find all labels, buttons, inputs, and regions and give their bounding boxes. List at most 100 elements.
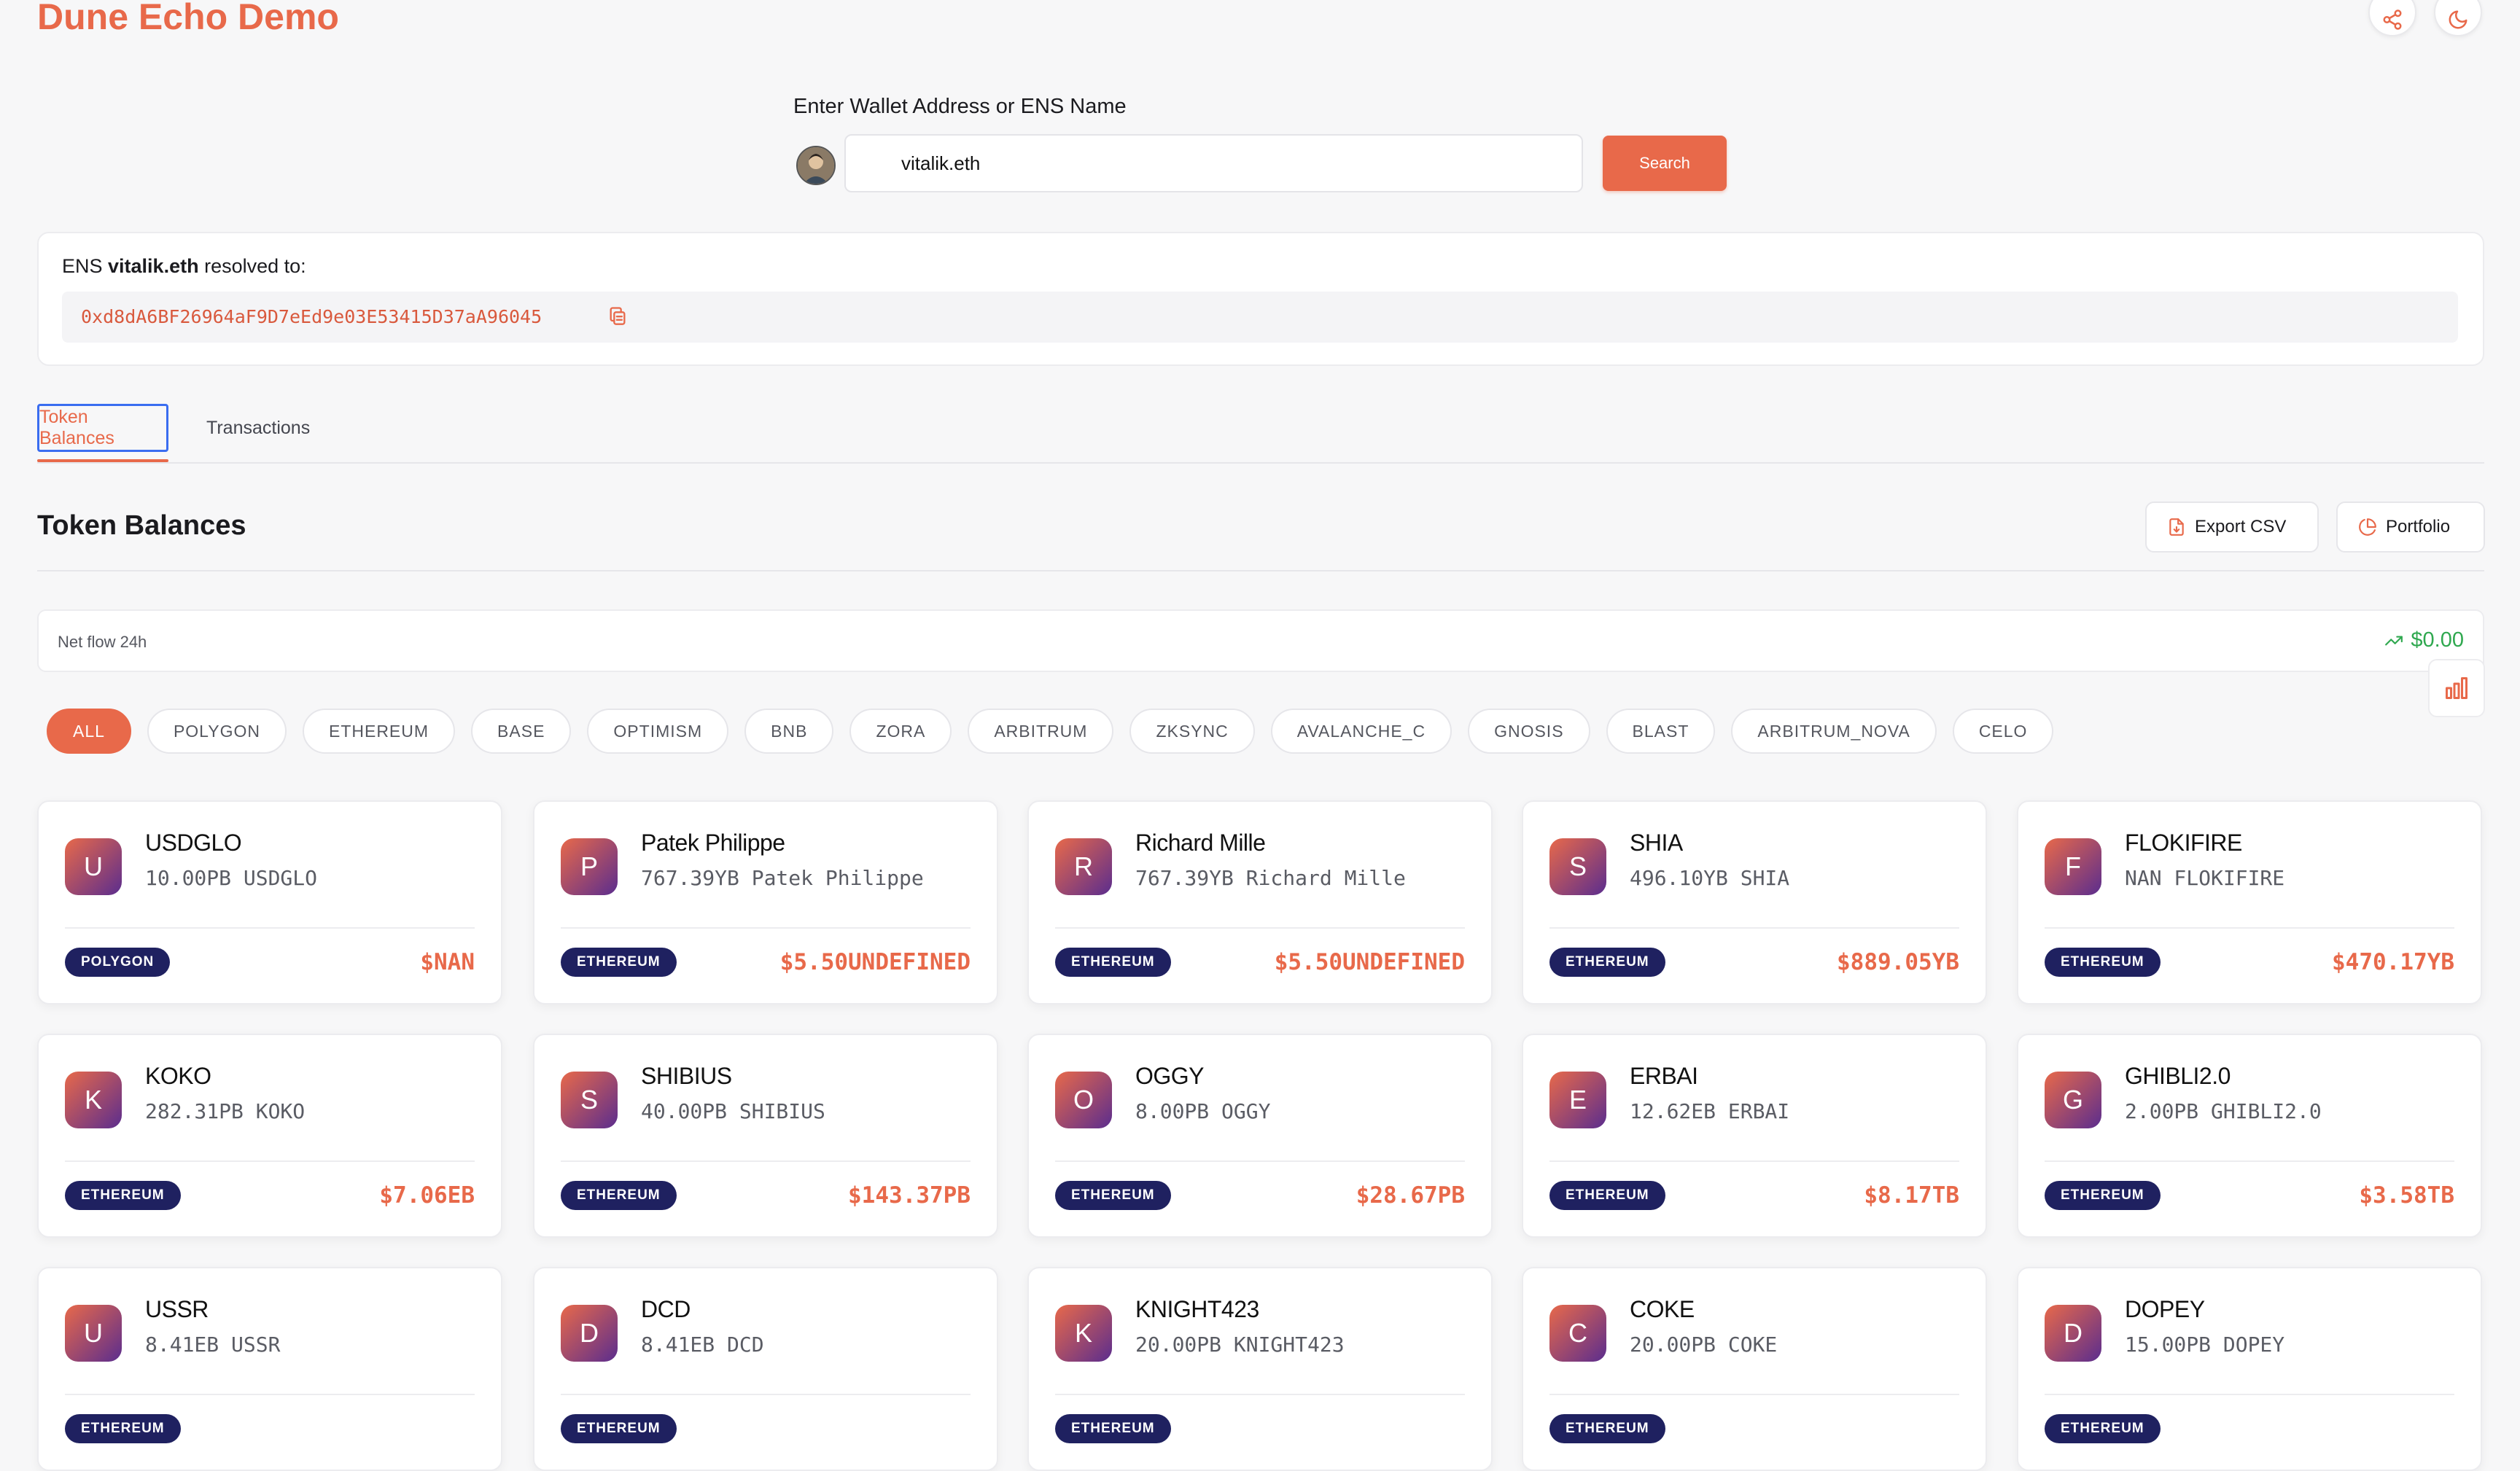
token-card[interactable]: S SHIA 496.10YB SHIA ETHEREUM $889.05YB xyxy=(1522,800,1987,1004)
token-name: USSR xyxy=(145,1296,209,1322)
token-avatar: K xyxy=(65,1072,122,1128)
search-label: Enter Wallet Address or ENS Name xyxy=(793,95,1127,118)
token-value: $470.17YB xyxy=(2332,949,2454,975)
file-export-icon xyxy=(2169,518,2184,536)
chain-filter-ethereum[interactable]: ETHEREUM xyxy=(302,709,456,754)
token-balance: 8.41EB DCD xyxy=(641,1333,764,1357)
chain-filter-zora[interactable]: ZORA xyxy=(849,709,952,754)
token-avatar: G xyxy=(2045,1072,2101,1128)
chain-badge: ETHEREUM xyxy=(561,1414,677,1443)
chain-badge: ETHEREUM xyxy=(65,1181,181,1210)
tab-transactions[interactable]: Transactions xyxy=(206,404,310,452)
token-card[interactable]: U USSR 8.41EB USSR ETHEREUM xyxy=(37,1267,502,1471)
token-card[interactable]: D DOPEY 15.00PB DOPEY ETHEREUM xyxy=(2017,1267,2482,1471)
address-box: 0xd8dA6BF26964aF9D7eEd9e03E53415D37aA960… xyxy=(62,292,2458,343)
token-avatar: U xyxy=(65,1305,122,1362)
token-card[interactable]: C COKE 20.00PB COKE ETHEREUM xyxy=(1522,1267,1987,1471)
token-balance: 767.39YB Richard Mille xyxy=(1135,866,1406,890)
token-balance: 8.00PB OGGY xyxy=(1135,1099,1271,1123)
card-divider xyxy=(1549,1160,1959,1162)
chain-filter-zksync[interactable]: ZKSYNC xyxy=(1129,709,1255,754)
chain-badge: ETHEREUM xyxy=(1549,948,1665,977)
netflow-value-group: $0.00 xyxy=(2384,628,2464,652)
token-balance: 40.00PB SHIBIUS xyxy=(641,1099,825,1123)
share-button[interactable] xyxy=(2368,0,2416,36)
token-card[interactable]: S SHIBIUS 40.00PB SHIBIUS ETHEREUM $143.37PB xyxy=(533,1034,998,1238)
chain-filter-blast[interactable]: BLAST xyxy=(1606,709,1716,754)
copy-icon[interactable] xyxy=(607,305,628,327)
pie-chart-icon xyxy=(2359,518,2376,536)
chain-badge: ETHEREUM xyxy=(65,1414,181,1443)
chain-filter-all[interactable]: ALL xyxy=(47,709,131,754)
chart-toggle-button[interactable] xyxy=(2428,659,2485,717)
token-value: $143.37PB xyxy=(848,1182,971,1209)
moon-icon xyxy=(2449,10,2468,29)
token-value: $5.50UNDEFINED xyxy=(779,949,971,975)
token-balance: 12.62EB ERBAI xyxy=(1630,1099,1790,1123)
token-card[interactable]: K KNIGHT423 20.00PB KNIGHT423 ETHEREUM xyxy=(1027,1267,1493,1471)
search-button[interactable]: Search xyxy=(1603,136,1727,191)
card-divider xyxy=(2045,1160,2454,1162)
chain-badge: ETHEREUM xyxy=(1549,1181,1665,1210)
token-balance: 20.00PB COKE xyxy=(1630,1333,1778,1357)
token-name: GHIBLI2.0 xyxy=(2125,1063,2231,1089)
chain-badge: POLYGON xyxy=(65,948,171,977)
token-value: $7.06EB xyxy=(379,1182,475,1209)
chain-filter-base[interactable]: BASE xyxy=(471,709,572,754)
section-divider xyxy=(37,570,2484,571)
portfolio-label: Portfolio xyxy=(2386,517,2451,536)
chain-filter-arbitrum-nova[interactable]: ARBITRUM_NOVA xyxy=(1731,709,1937,754)
chain-filter-arbitrum[interactable]: ARBITRUM xyxy=(968,709,1114,754)
token-card[interactable]: O OGGY 8.00PB OGGY ETHEREUM $28.67PB xyxy=(1027,1034,1493,1238)
theme-toggle-button[interactable] xyxy=(2434,0,2482,36)
token-card[interactable]: F FLOKIFIRE NAN FLOKIFIRE ETHEREUM $470.17YB xyxy=(2017,800,2482,1004)
ens-resolution-card: ENS vitalik.eth resolved to: 0xd8dA6BF26… xyxy=(37,232,2484,366)
token-value: $8.17TB xyxy=(1864,1182,1959,1209)
token-name: Patek Philippe xyxy=(641,830,785,856)
card-divider xyxy=(1549,927,1959,929)
token-balance: 282.31PB KOKO xyxy=(145,1099,306,1123)
chain-filter-bnb[interactable]: BNB xyxy=(744,709,834,754)
token-avatar: S xyxy=(561,1072,618,1128)
portfolio-button[interactable]: Portfolio xyxy=(2336,502,2485,553)
chain-badge: ETHEREUM xyxy=(2045,1181,2161,1210)
token-card[interactable]: R Richard Mille 767.39YB Richard Mille ETHE… xyxy=(1027,800,1493,1004)
ens-name: vitalik.eth xyxy=(108,255,199,277)
chain-filter-gnosis[interactable]: GNOSIS xyxy=(1468,709,1590,754)
export-csv-button[interactable]: Export CSV xyxy=(2145,502,2319,553)
token-balance: 767.39YB Patek Philippe xyxy=(641,866,924,890)
token-name: KNIGHT423 xyxy=(1135,1296,1259,1322)
chain-badge: ETHEREUM xyxy=(561,1181,677,1210)
token-card[interactable]: D DCD 8.41EB DCD ETHEREUM xyxy=(533,1267,998,1471)
card-divider xyxy=(65,1394,475,1395)
wallet-search-input[interactable] xyxy=(844,134,1583,192)
token-avatar: U xyxy=(65,838,122,895)
netflow-bar: Net flow 24h $0.00 xyxy=(37,609,2484,672)
card-divider xyxy=(561,1394,971,1395)
token-value: $889.05YB xyxy=(1837,949,1959,975)
token-name: ERBAI xyxy=(1630,1063,1698,1089)
chain-filter-row: ALL POLYGON ETHEREUM BASE OPTIMISM BNB ZORA ARB… xyxy=(47,709,2054,754)
token-balance: NAN FLOKIFIRE xyxy=(2125,866,2285,890)
tab-token-balances[interactable]: Token Balances xyxy=(37,404,168,452)
card-divider xyxy=(2045,1394,2454,1395)
token-card[interactable]: G GHIBLI2.0 2.00PB GHIBLI2.0 ETHEREUM $3.58T… xyxy=(2017,1034,2482,1238)
chain-filter-polygon[interactable]: POLYGON xyxy=(147,709,287,754)
netflow-label: Net flow 24h xyxy=(58,633,147,651)
token-avatar: O xyxy=(1055,1072,1112,1128)
chain-filter-optimism[interactable]: OPTIMISM xyxy=(587,709,729,754)
token-card[interactable]: U USDGLO 10.00PB USDGLO POLYGON $NAN xyxy=(37,800,502,1004)
token-avatar: D xyxy=(2045,1305,2101,1362)
chain-filter-avalanche-c[interactable]: AVALANCHE_C xyxy=(1270,709,1452,754)
token-avatar: K xyxy=(1055,1305,1112,1362)
token-card[interactable]: E ERBAI 12.62EB ERBAI ETHEREUM $8.17TB xyxy=(1522,1034,1987,1238)
chain-filter-celo[interactable]: CELO xyxy=(1952,709,2054,754)
token-name: USDGLO xyxy=(145,830,242,856)
token-card[interactable]: P Patek Philippe 767.39YB Patek Philippe ET… xyxy=(533,800,998,1004)
section-title: Token Balances xyxy=(37,510,246,541)
token-avatar: D xyxy=(561,1305,618,1362)
token-balance: 20.00PB KNIGHT423 xyxy=(1135,1333,1345,1357)
chain-badge: ETHEREUM xyxy=(2045,948,2161,977)
token-card[interactable]: K KOKO 282.31PB KOKO ETHEREUM $7.06EB xyxy=(37,1034,502,1238)
token-avatar: R xyxy=(1055,838,1112,895)
